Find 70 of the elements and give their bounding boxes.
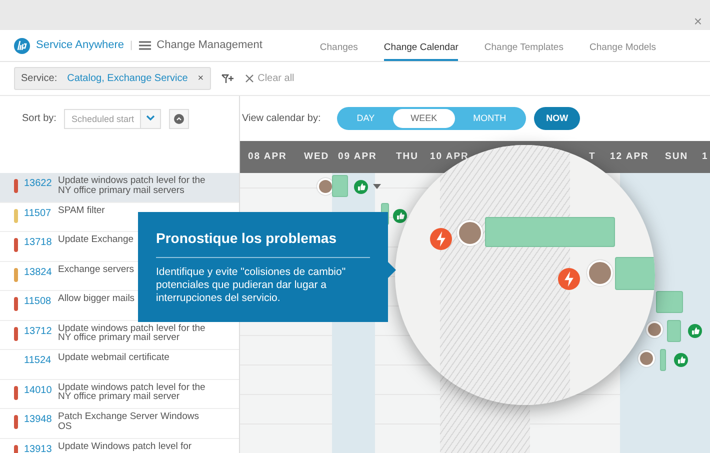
change-title: Patch Exchange Server Windows OS xyxy=(58,412,200,434)
date-label: 09 APR xyxy=(338,150,377,164)
change-row[interactable]: 13948 Patch Exchange Server Windows OS xyxy=(0,409,239,438)
event-bar[interactable] xyxy=(332,175,348,197)
change-title: Allow bigger mails xyxy=(58,294,135,306)
change-title: Update windows patch level for the NY office primary mail server xyxy=(58,382,206,404)
change-row[interactable]: 13622 Update windows patch level for the NY office primary mail servers xyxy=(0,173,239,202)
date-label: THU xyxy=(396,150,419,164)
avatar xyxy=(587,260,613,286)
change-title: Update Exchange xyxy=(58,235,134,247)
change-row[interactable]: 14010 Update windows patch level for the NY office primary mail server xyxy=(0,380,239,409)
event-bar[interactable] xyxy=(656,291,683,313)
avatar xyxy=(638,350,655,367)
clear-all-link[interactable]: Clear all xyxy=(258,71,294,86)
date-label: 10 APR xyxy=(430,150,469,164)
change-id[interactable]: 13824 xyxy=(24,264,50,290)
sort-direction-button[interactable] xyxy=(169,108,190,128)
change-id[interactable]: 13718 xyxy=(24,235,50,260)
remove-button[interactable]: × xyxy=(198,71,204,86)
change-row[interactable]: 13913 Update Windows patch level for xyxy=(0,438,239,453)
change-id[interactable]: 13948 xyxy=(24,412,50,438)
nav-tab[interactable]: Change Calendar xyxy=(384,30,458,61)
change-id[interactable]: 13622 xyxy=(24,176,50,202)
change-title: Update webmail certificate xyxy=(58,353,170,365)
view-option[interactable]: MONTH xyxy=(455,108,524,128)
event-bar[interactable] xyxy=(660,349,666,371)
view-option[interactable]: DAY xyxy=(338,108,393,128)
app-name: Service Anywhere xyxy=(36,38,124,54)
change-id[interactable]: 11507 xyxy=(24,206,50,231)
callout-title: Pronostique los problemas xyxy=(156,228,370,258)
view-label: View calendar by: xyxy=(242,112,321,126)
event-bar[interactable] xyxy=(667,320,681,342)
chevron-up-icon xyxy=(174,114,184,124)
date-label: WED xyxy=(304,150,330,164)
change-id[interactable]: 11508 xyxy=(24,294,50,320)
nav-tab[interactable]: Changes xyxy=(320,30,358,61)
module-title: Change Management xyxy=(156,38,262,54)
date-label: SUN xyxy=(665,150,688,164)
date-label: 12 APR xyxy=(610,150,649,164)
close-button[interactable]: × xyxy=(694,14,702,28)
change-id[interactable]: 11524 xyxy=(24,353,50,378)
nav-tab[interactable]: Change Models xyxy=(589,30,656,61)
date-label: T xyxy=(589,150,596,164)
caret-icon xyxy=(146,115,156,122)
change-id[interactable]: 13913 xyxy=(24,442,50,453)
separator: | xyxy=(130,39,133,53)
sort-dropdown[interactable]: Scheduled start xyxy=(64,108,162,128)
avatar xyxy=(646,321,663,338)
caret-icon[interactable] xyxy=(373,184,381,189)
change-title: Update windows patch level for the NY office primary mail servers xyxy=(58,176,206,198)
close-icon[interactable] xyxy=(244,74,254,83)
change-id[interactable]: 14010 xyxy=(24,382,50,408)
change-id[interactable]: 13712 xyxy=(24,324,50,349)
change-title: SPAM filter xyxy=(58,206,105,218)
change-title: Update windows patch level for the NY office primary mail server xyxy=(58,324,206,346)
change-row[interactable]: 11524 Update webmail certificate xyxy=(0,350,239,380)
event-bar[interactable] xyxy=(615,257,655,290)
logo-icon xyxy=(14,38,30,54)
change-title: Update Windows patch level for xyxy=(58,442,192,453)
nav-tab[interactable]: Change Templates xyxy=(484,30,564,61)
date-label: 08 APR xyxy=(248,150,287,164)
filter-chip[interactable]: Service: Catalog, Exchange Service × xyxy=(14,67,211,90)
add-filter-icon[interactable] xyxy=(220,74,235,84)
sort-label: Sort by: xyxy=(22,112,56,126)
view-option[interactable]: WEEK xyxy=(392,108,456,128)
date-label: 1 xyxy=(702,150,708,164)
menu-icon[interactable] xyxy=(138,41,151,50)
event-bar[interactable] xyxy=(485,217,615,247)
change-title: Exchange servers xyxy=(58,264,134,276)
now-button[interactable]: NOW xyxy=(534,106,580,130)
